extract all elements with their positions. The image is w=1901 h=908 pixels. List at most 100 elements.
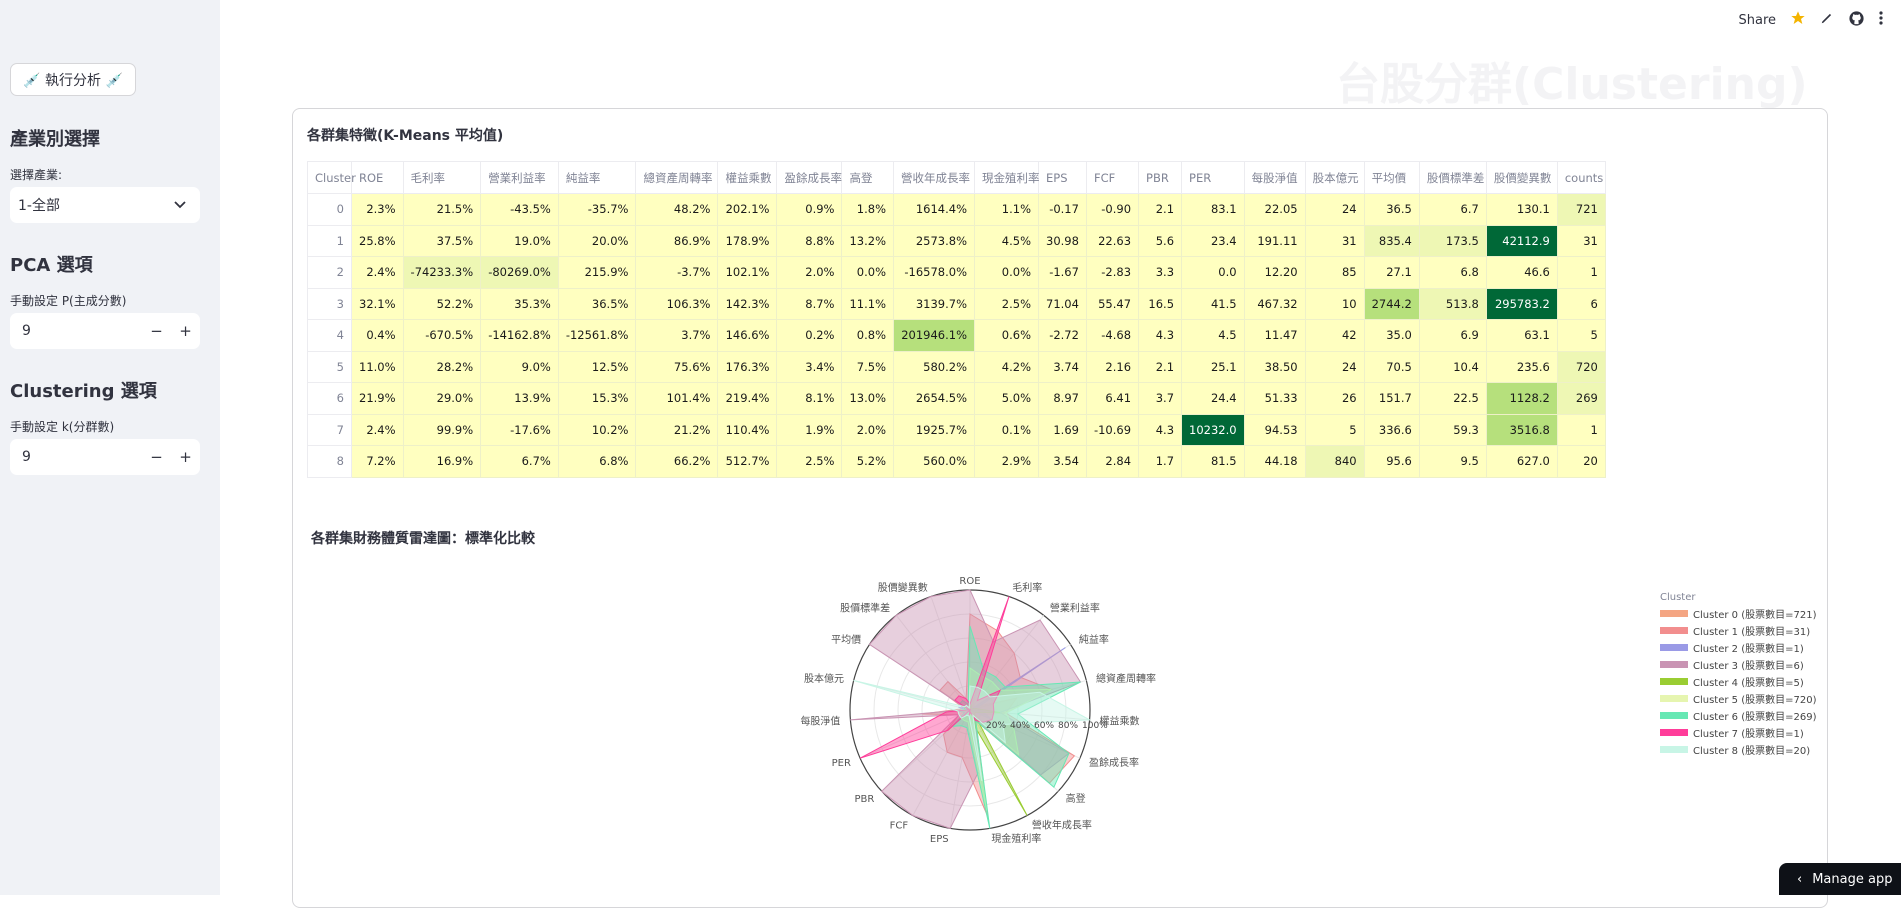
table-cell: 24 [1304,350,1365,383]
table-cell: 1.1% [974,193,1040,226]
chevron-down-icon [174,197,186,213]
table-cell: 6.41 [1085,382,1140,415]
table-cell: 13.9% [480,382,559,415]
table-cell: 48.2% [635,193,719,226]
column-header[interactable]: 盈餘成長率 [776,161,843,194]
table-cell: -4.68 [1085,319,1140,352]
cluster-value[interactable]: 9 [10,449,142,465]
table-cell: 3.54 [1038,445,1087,478]
more-options-icon[interactable] [1879,11,1883,29]
table-cell: 1 [1556,256,1606,289]
radar-axis-label: PBR [855,794,875,805]
pca-number-input[interactable]: 9 − + [10,313,200,349]
pca-value[interactable]: 9 [10,323,142,339]
cluster-number-input[interactable]: 9 − + [10,439,200,475]
table-cell: 835.4 [1363,224,1420,257]
column-header[interactable]: 現金殖利率 [974,161,1040,194]
table-cell: 1 [1556,413,1606,446]
legend-item[interactable]: Cluster 6 (股票數目=269) [1660,707,1816,724]
table-cell: 42112.9 [1485,224,1558,257]
cluster-feature-table[interactable]: Cluster ROE 毛利率 營業利益率 純益率 總資產周轉率 權益乘數 盈餘成長率 高登 營收… [307,161,1606,478]
table-cell: 269 [1556,382,1606,415]
table-cell: 4.3 [1138,319,1183,352]
share-button[interactable]: Share [1738,13,1776,28]
table-cell: 6.7% [480,445,559,478]
legend-swatch [1660,729,1688,736]
column-header[interactable]: EPS [1038,161,1087,194]
column-header[interactable]: FCF [1085,161,1140,194]
radar-axis-label: 總資產周轉率 [1096,672,1156,685]
table-cell: 178.9% [717,224,778,257]
column-header[interactable]: 毛利率 [402,161,482,194]
pca-plus-button[interactable]: + [171,322,200,340]
column-header[interactable]: 總資產周轉率 [635,161,719,194]
column-header[interactable]: 純益率 [557,161,637,194]
column-header[interactable]: 營業利益率 [480,161,559,194]
table-cell: 6 [1556,287,1606,320]
table-cell: 8.97 [1038,382,1087,415]
legend-item[interactable]: Cluster 4 (股票數目=5) [1660,673,1816,690]
legend-item[interactable]: Cluster 0 (股票數目=721) [1660,605,1816,622]
manage-app-button[interactable]: ‹ Manage app [1779,863,1901,895]
table-cell: 2.1 [1138,350,1183,383]
table-cell: -1.67 [1038,256,1087,289]
table-cell: -35.7% [557,193,637,226]
table-cell: 22.5 [1418,382,1487,415]
table-cell: 191.11 [1243,224,1306,257]
pca-minus-button[interactable]: − [142,322,171,340]
industry-select[interactable]: 1-全部 [10,187,200,223]
table-row: 7 2.4% 99.9% -17.6% 10.2% 21.2% 110.4% 1.9% 2.0%… [307,413,1606,446]
table-cell: 95.6 [1363,445,1420,478]
legend-item[interactable]: Cluster 3 (股票數目=6) [1660,656,1816,673]
table-cell: 2654.5% [893,382,976,415]
column-header[interactable]: 股價變異數 [1485,161,1558,194]
column-header[interactable]: 平均價 [1363,161,1420,194]
table-cell: 70.5 [1363,350,1420,383]
star-icon[interactable] [1790,10,1806,30]
table-row: 6 21.9% 29.0% 13.9% 15.3% 101.4% 219.4% 8.1% 13.… [307,382,1606,415]
column-header[interactable]: PER [1181,161,1245,194]
radar-axis-label: 純益率 [1079,633,1109,646]
column-header[interactable]: 營收年成長率 [893,161,976,194]
table-cell: 467.32 [1243,287,1306,320]
table-row: 0 2.3% 21.5% -43.5% -35.7% 48.2% 202.1% 0.9% 1.8… [307,193,1606,226]
column-header[interactable]: Cluster [307,161,356,194]
column-header[interactable]: 權益乘數 [717,161,778,194]
column-header[interactable]: PBR [1138,161,1183,194]
cluster-plus-button[interactable]: + [171,448,200,466]
row-index: 0 [307,193,352,226]
column-header[interactable]: counts [1556,161,1606,194]
legend-title: Cluster [1660,592,1696,603]
table-cell: 840 [1304,445,1365,478]
edit-icon[interactable] [1820,11,1834,29]
table-cell: 13.2% [841,224,895,257]
legend-item[interactable]: Cluster 8 (股票數目=20) [1660,741,1816,758]
legend-item[interactable]: Cluster 7 (股票數目=1) [1660,724,1816,741]
legend-item[interactable]: Cluster 1 (股票數目=31) [1660,622,1816,639]
legend-item[interactable]: Cluster 5 (股票數目=720) [1660,690,1816,707]
table-cell: 3.7% [635,319,719,352]
column-header[interactable]: 股價標準差 [1418,161,1487,194]
table-row: 2 2.4% -74233.3% -80269.0% 215.9% -3.7% 102.1%… [307,256,1606,289]
legend-item[interactable]: Cluster 2 (股票數目=1) [1660,639,1816,656]
table-cell: 2.3% [351,193,404,226]
radar-axis-label: 平均價 [831,633,861,646]
column-header[interactable]: 股本億元 [1304,161,1365,194]
table-cell: 24 [1304,193,1365,226]
radar-chart[interactable]: ROE毛利率營業利益率純益率總資產周轉率權益乘數盈餘成長率高登營收年成長率現金殖… [760,560,1180,860]
column-header[interactable]: 高登 [841,161,895,194]
column-header[interactable]: ROE [351,161,404,194]
table-cell: 3.3 [1138,256,1183,289]
table-cell: 16.9% [402,445,482,478]
table-cell: 4.5 [1181,319,1245,352]
table-cell: 10.4 [1418,350,1487,383]
github-icon[interactable] [1848,10,1865,31]
cluster-minus-button[interactable]: − [142,448,171,466]
column-header[interactable]: 每股淨值 [1243,161,1306,194]
table-cell: 5.6 [1138,224,1183,257]
table-cell: 59.3 [1418,413,1487,446]
run-analysis-button[interactable]: 💉 執行分析 💉 [10,63,136,96]
table-cell: 0.8% [841,319,895,352]
table-cell: 1.7 [1138,445,1183,478]
table-cell: 102.1% [717,256,778,289]
